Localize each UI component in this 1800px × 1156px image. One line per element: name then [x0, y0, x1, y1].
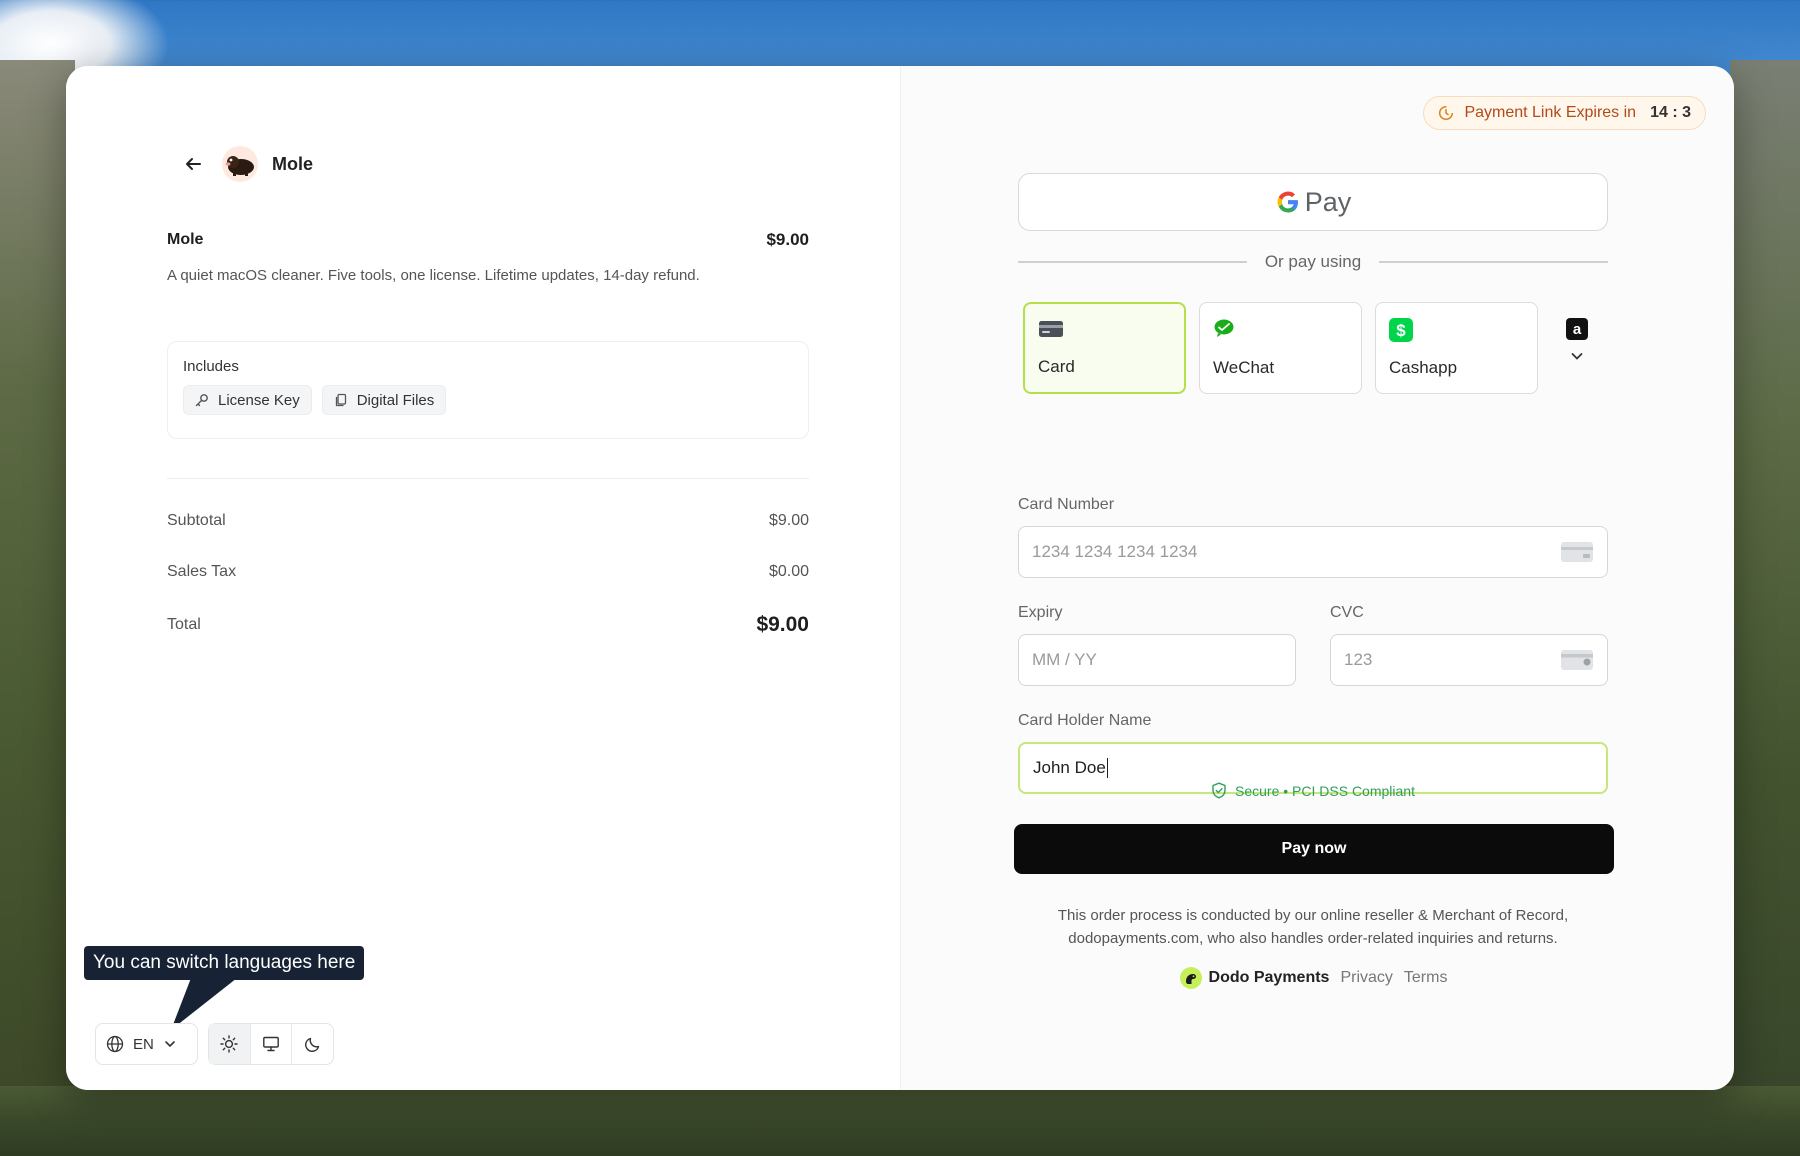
language-tooltip: You can switch languages here — [84, 946, 365, 980]
expiry-placeholder: MM / YY — [1032, 650, 1097, 669]
terms-link[interactable]: Terms — [1404, 969, 1448, 987]
method-label: Cashapp — [1389, 358, 1458, 377]
google-pay-button[interactable]: Pay — [1018, 173, 1608, 231]
monitor-icon — [263, 1036, 279, 1052]
cvc-label: CVC — [1330, 604, 1364, 621]
order-summary-panel: Mole Mole $9.00 A quiet macOS cleaner. F… — [66, 66, 900, 1090]
more-methods-toggle[interactable]: a — [1551, 302, 1603, 394]
chevron-down-icon — [1571, 353, 1583, 360]
or-divider: Or pay using — [1018, 252, 1609, 272]
language-select[interactable]: EN — [95, 1023, 198, 1065]
background-mountain-left — [0, 60, 75, 1156]
includes-title: Includes — [183, 358, 239, 375]
key-icon — [195, 394, 208, 407]
merchant-disclaimer: This order process is conducted by our o… — [1057, 907, 1569, 947]
method-label: Card — [1038, 357, 1075, 376]
background-mountain-right — [1730, 60, 1800, 1156]
language-code: EN — [133, 1035, 154, 1053]
subtotal-label: Subtotal — [167, 512, 226, 529]
google-pay-label: Pay — [1304, 186, 1352, 217]
expiry-input[interactable]: MM / YY — [1018, 634, 1296, 686]
method-label: WeChat — [1213, 358, 1275, 377]
card-number-placeholder: 1234 1234 1234 1234 — [1032, 542, 1198, 561]
mole-logo — [222, 146, 258, 182]
dodo-brand[interactable]: Dodo Payments — [1179, 966, 1330, 990]
payment-methods: Card WeChat $ Cashapp a — [1023, 302, 1603, 394]
dodo-brand-name: Dodo Payments — [1208, 969, 1330, 986]
subtotal-row: Subtotal $9.00 — [167, 512, 809, 530]
card-outline-icon — [1561, 542, 1593, 562]
include-chip-digital-files: Digital Files — [321, 385, 447, 415]
sales-tax-row: Sales Tax $0.00 — [167, 563, 809, 581]
expiry-label: Payment Link Expires in — [1464, 104, 1637, 121]
sales-tax-value: $0.00 — [768, 563, 809, 580]
holder-name-value: John Doe — [1033, 758, 1106, 777]
subtotal-value: $9.00 — [768, 512, 809, 529]
payment-panel: Payment Link Expires in 14 : 3 Pay Or pa… — [900, 66, 1734, 1090]
include-chip-label: Digital Files — [356, 391, 435, 409]
secure-notice: Secure • PCI DSS Compliant — [1018, 782, 1608, 799]
theme-dark-button[interactable] — [292, 1024, 333, 1064]
product-description: A quiet macOS cleaner. Five tools, one l… — [167, 267, 700, 284]
chevron-down-icon — [165, 1041, 175, 1048]
footer: Dodo Payments Privacy Terms — [1018, 966, 1608, 990]
checkout-window: Mole Mole $9.00 A quiet macOS cleaner. F… — [66, 66, 1734, 1090]
holder-name-label: Card Holder Name — [1018, 712, 1152, 729]
arrow-left-icon — [186, 158, 201, 170]
theme-system-button[interactable] — [251, 1024, 293, 1064]
total-value: $9.00 — [756, 613, 809, 636]
theme-light-button[interactable] — [209, 1024, 251, 1064]
sales-tax-label: Sales Tax — [167, 563, 237, 580]
cvc-card-icon — [1561, 650, 1593, 670]
svg-text:$: $ — [1396, 321, 1406, 340]
secure-text: Secure • PCI DSS Compliant — [1235, 782, 1415, 799]
globe-icon — [106, 1035, 124, 1053]
expiry-label: Expiry — [1018, 604, 1063, 621]
cvc-placeholder: 123 — [1344, 650, 1373, 669]
timer-icon — [1439, 105, 1454, 121]
brand-name: Mole — [272, 153, 314, 174]
card-icon — [1039, 321, 1063, 337]
moon-icon — [304, 1037, 319, 1052]
files-icon — [335, 393, 346, 407]
method-cashapp[interactable]: $ Cashapp — [1375, 302, 1538, 394]
google-g-icon — [1277, 191, 1298, 213]
include-chip-label: License Key — [218, 391, 300, 409]
cashapp-icon: $ — [1389, 318, 1413, 342]
privacy-link[interactable]: Privacy — [1340, 969, 1392, 987]
sun-icon — [220, 1035, 239, 1053]
back-button[interactable] — [178, 149, 208, 179]
total-label: Total — [167, 616, 201, 633]
background-mountain-bottom — [0, 1086, 1800, 1156]
method-wechat[interactable]: WeChat — [1199, 302, 1362, 394]
include-chip-license-key: License Key — [183, 385, 312, 415]
expiry-badge: Payment Link Expires in 14 : 3 — [1423, 96, 1706, 130]
wechat-icon — [1214, 319, 1234, 337]
expiry-countdown: 14 : 3 — [1650, 104, 1691, 121]
theme-toggle-group — [208, 1023, 334, 1065]
dodo-logo-icon — [1179, 967, 1202, 989]
method-card[interactable]: Card — [1023, 302, 1186, 394]
total-row: Total $9.00 — [167, 613, 809, 637]
cvc-input[interactable]: 123 — [1330, 634, 1608, 686]
amazon-icon: a — [1566, 318, 1588, 340]
product-title: Mole — [167, 231, 204, 248]
or-pay-using-text: Or pay using — [1264, 252, 1362, 271]
includes-box: Includes License Key Digital Files — [167, 341, 809, 439]
summary-divider — [167, 478, 809, 479]
pay-now-button[interactable]: Pay now — [1014, 824, 1614, 874]
product-price: $9.00 — [766, 230, 809, 249]
brand-header: Mole — [178, 146, 313, 182]
product-item: Mole $9.00 A quiet macOS cleaner. Five t… — [167, 230, 809, 287]
text-caret — [1106, 758, 1108, 778]
shield-check-icon — [1212, 782, 1226, 799]
card-number-input[interactable]: 1234 1234 1234 1234 — [1018, 526, 1608, 578]
card-number-label: Card Number — [1018, 496, 1115, 513]
